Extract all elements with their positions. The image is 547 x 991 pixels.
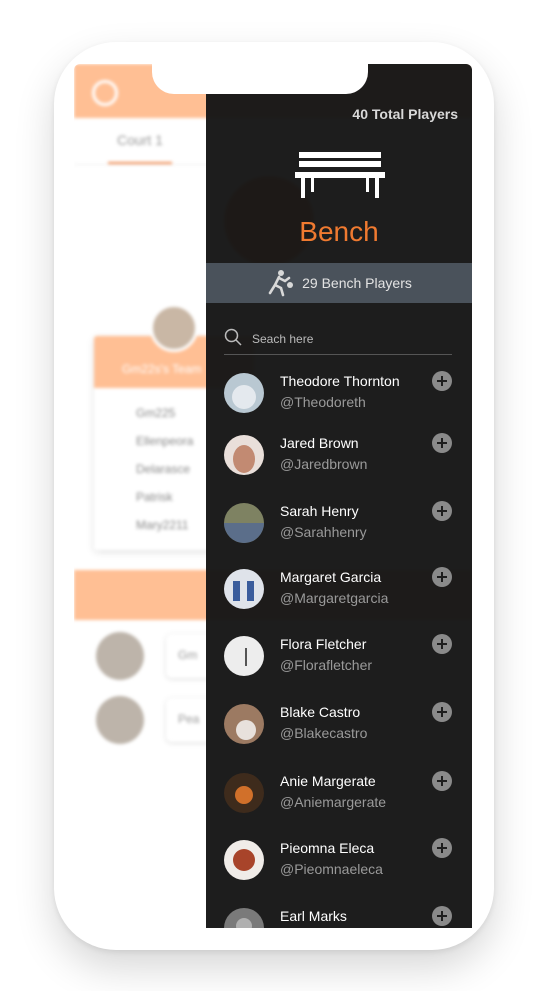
player-handle: @Aniemargerate: [280, 794, 387, 810]
player-name: Theodore Thornton: [280, 373, 400, 389]
total-players-count: 40 Total Players: [352, 106, 458, 122]
list-item-label: Gm: [178, 648, 198, 662]
add-player-button[interactable]: [432, 567, 452, 587]
player-list-item[interactable]: Anie Margerate @Aniemargerate: [206, 765, 472, 821]
player-handle: @Jaredbrown: [280, 456, 368, 472]
add-player-button[interactable]: [432, 433, 452, 453]
player-name: Anie Margerate: [280, 773, 376, 789]
phone-notch: [152, 64, 368, 94]
bench-title: Bench: [299, 216, 379, 247]
team-card-title: Gm22s's Team: [122, 362, 202, 376]
team-member: Ellenpeora: [136, 434, 194, 448]
player-name: Jared Brown: [280, 435, 359, 451]
add-player-button[interactable]: [432, 371, 452, 391]
player-handle: @Pieomnaeleca: [280, 861, 383, 877]
add-player-button[interactable]: [432, 634, 452, 654]
basketball-player-icon: [268, 270, 294, 297]
team-member: Mary2211: [136, 518, 189, 532]
search-input[interactable]: [250, 328, 450, 350]
player-list-item[interactable]: Jared Brown @Jaredbrown: [206, 427, 472, 483]
avatar: [224, 503, 264, 543]
avatar: [224, 569, 264, 609]
add-player-button[interactable]: [432, 702, 452, 722]
player-name: Blake Castro: [280, 704, 361, 720]
player-list-item[interactable]: Margaret Garcia @Margaretgarcia: [206, 561, 472, 617]
team-member: Patrisk: [136, 490, 173, 504]
team-member: Delarasce: [136, 462, 191, 476]
bench-players-count: 29 Bench Players: [302, 275, 412, 291]
list-item-label: Pea: [178, 712, 200, 726]
avatar: [224, 773, 264, 813]
add-player-button[interactable]: [432, 501, 452, 521]
player-list-item[interactable]: Blake Castro @Blakecastro: [206, 696, 472, 752]
search-bar: [224, 326, 452, 355]
player-handle: @Sarahhenry: [280, 524, 367, 540]
avatar: [96, 696, 144, 744]
avatar: [224, 704, 264, 744]
avatar: [96, 632, 144, 680]
player-name: Flora Fletcher: [280, 636, 367, 652]
search-icon: [224, 328, 242, 346]
player-list-item[interactable]: Flora Fletcher @Florafletcher: [206, 628, 472, 684]
player-handle: @Florafletcher: [280, 657, 373, 673]
player-name: Earl Marks: [280, 908, 347, 924]
bench-icon: [295, 152, 385, 198]
avatar: [224, 908, 264, 928]
avatar: [224, 840, 264, 880]
avatar: [224, 435, 264, 475]
avatar: [224, 636, 264, 676]
player-list-item[interactable]: Theodore Thornton @Theodoreth: [206, 365, 472, 421]
tab-active-indicator: [108, 162, 172, 164]
avatar: [224, 373, 264, 413]
bench-drawer: 40 Total Players Bench 29 Bench Players: [206, 64, 472, 928]
player-name: Pieomna Eleca: [280, 840, 375, 856]
player-name: Sarah Henry: [280, 503, 359, 519]
team-member: Gm225: [136, 406, 176, 420]
basketball-logo-icon[interactable]: [92, 80, 118, 106]
add-player-button[interactable]: [432, 906, 452, 926]
add-player-button[interactable]: [432, 771, 452, 791]
add-player-button[interactable]: [432, 838, 452, 858]
player-list-item[interactable]: Earl Marks: [206, 900, 472, 928]
player-handle: @Margaretgarcia: [280, 590, 389, 606]
tab-court-1[interactable]: Court 1: [108, 132, 172, 148]
player-name: Margaret Garcia: [280, 569, 382, 585]
app-screen: Court 1 Gm22s's Team Gm225 Ellenpeora De…: [74, 64, 472, 928]
player-list-item[interactable]: Pieomna Eleca @Pieomnaeleca: [206, 832, 472, 888]
player-handle: @Blakecastro: [280, 725, 368, 741]
player-list-item[interactable]: Sarah Henry @Sarahhenry: [206, 495, 472, 551]
player-handle: @Theodoreth: [280, 394, 366, 410]
bench-count-bar: 29 Bench Players: [206, 263, 472, 303]
team-captain-avatar: [150, 304, 198, 352]
